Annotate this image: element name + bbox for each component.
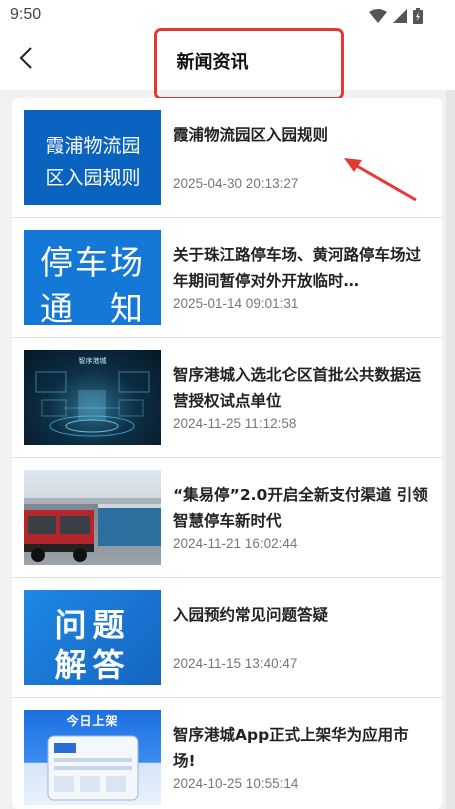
battery-icon xyxy=(413,8,423,24)
thumbnail-caption: 通 知 xyxy=(40,289,145,325)
news-title: 霞浦物流园区入园规则 xyxy=(173,126,329,144)
news-item[interactable]: 停车场 通 知 关于珠江路停车场、黄河路停车场过年期间暂停对外开放临时… 202… xyxy=(12,218,442,338)
news-item[interactable]: 霞浦物流园区入园规则 霞浦物流园区入园规则 2025-04-30 20:13:2… xyxy=(12,98,442,218)
news-item[interactable]: 今日上架 智序港城App正式上架华为应用市场! 2024-10-25 10:55… xyxy=(12,698,442,809)
thumbnail-caption: 解答 xyxy=(54,646,131,684)
news-title: 关于珠江路停车场、黄河路停车场过年期间暂停对外开放临时… xyxy=(173,246,422,290)
phone-mockup-icon xyxy=(47,735,139,801)
news-thumbnail: 霞浦物流园区入园规则 xyxy=(24,110,161,205)
status-icons xyxy=(369,8,423,24)
news-item[interactable]: 智序港城 智序港城入选北仑区首批公共数据运营授权试点单位 2024-11-25 … xyxy=(12,338,442,458)
status-time: 9:50 xyxy=(10,6,42,23)
truck-photo-icon xyxy=(24,498,161,562)
news-item[interactable]: 问题 解答 入园预约常见问题答疑 2024-11-15 13:40:47 xyxy=(12,578,442,698)
news-date: 2024-11-25 11:12:58 xyxy=(173,416,297,431)
news-date: 2024-10-25 10:55:14 xyxy=(173,776,299,791)
signal-icon xyxy=(393,9,407,23)
app-header: 新闻资讯 xyxy=(0,32,455,90)
news-title: “集易停”2.0开启全新支付渠道 引领智慧停车新时代 xyxy=(173,486,428,530)
news-thumbnail: 智序港城 xyxy=(24,350,161,445)
thumbnail-caption: 霞浦物流园区入园规则 xyxy=(45,135,141,189)
news-title: 入园预约常见问题答疑 xyxy=(173,606,329,624)
status-bar: 9:50 xyxy=(0,0,455,32)
news-date: 2024-11-15 13:40:47 xyxy=(173,656,298,671)
news-thumbnail: 今日上架 xyxy=(24,710,161,805)
news-date: 2024-11-21 16:02:44 xyxy=(173,536,298,551)
news-list: 霞浦物流园区入园规则 霞浦物流园区入园规则 2025-04-30 20:13:2… xyxy=(12,98,442,809)
page-title: 新闻资讯 xyxy=(176,52,249,73)
news-thumbnail: 问题 解答 xyxy=(24,590,161,685)
news-date: 2025-01-14 09:01:31 xyxy=(173,296,299,311)
scroll-track xyxy=(446,90,455,809)
news-item[interactable]: “集易停”2.0开启全新支付渠道 引领智慧停车新时代 2024-11-21 16… xyxy=(12,458,442,578)
news-title: 智序港城App正式上架华为应用市场! xyxy=(173,726,409,770)
news-thumbnail xyxy=(24,470,161,565)
thumbnail-caption: 停车场 xyxy=(40,243,145,282)
thumbnail-caption: 智序港城 xyxy=(78,357,107,365)
news-title: 智序港城入选北仑区首批公共数据运营授权试点单位 xyxy=(173,366,422,410)
news-thumbnail: 停车场 通 知 xyxy=(24,230,161,325)
wifi-icon xyxy=(369,9,387,23)
news-date: 2025-04-30 20:13:27 xyxy=(173,176,299,191)
